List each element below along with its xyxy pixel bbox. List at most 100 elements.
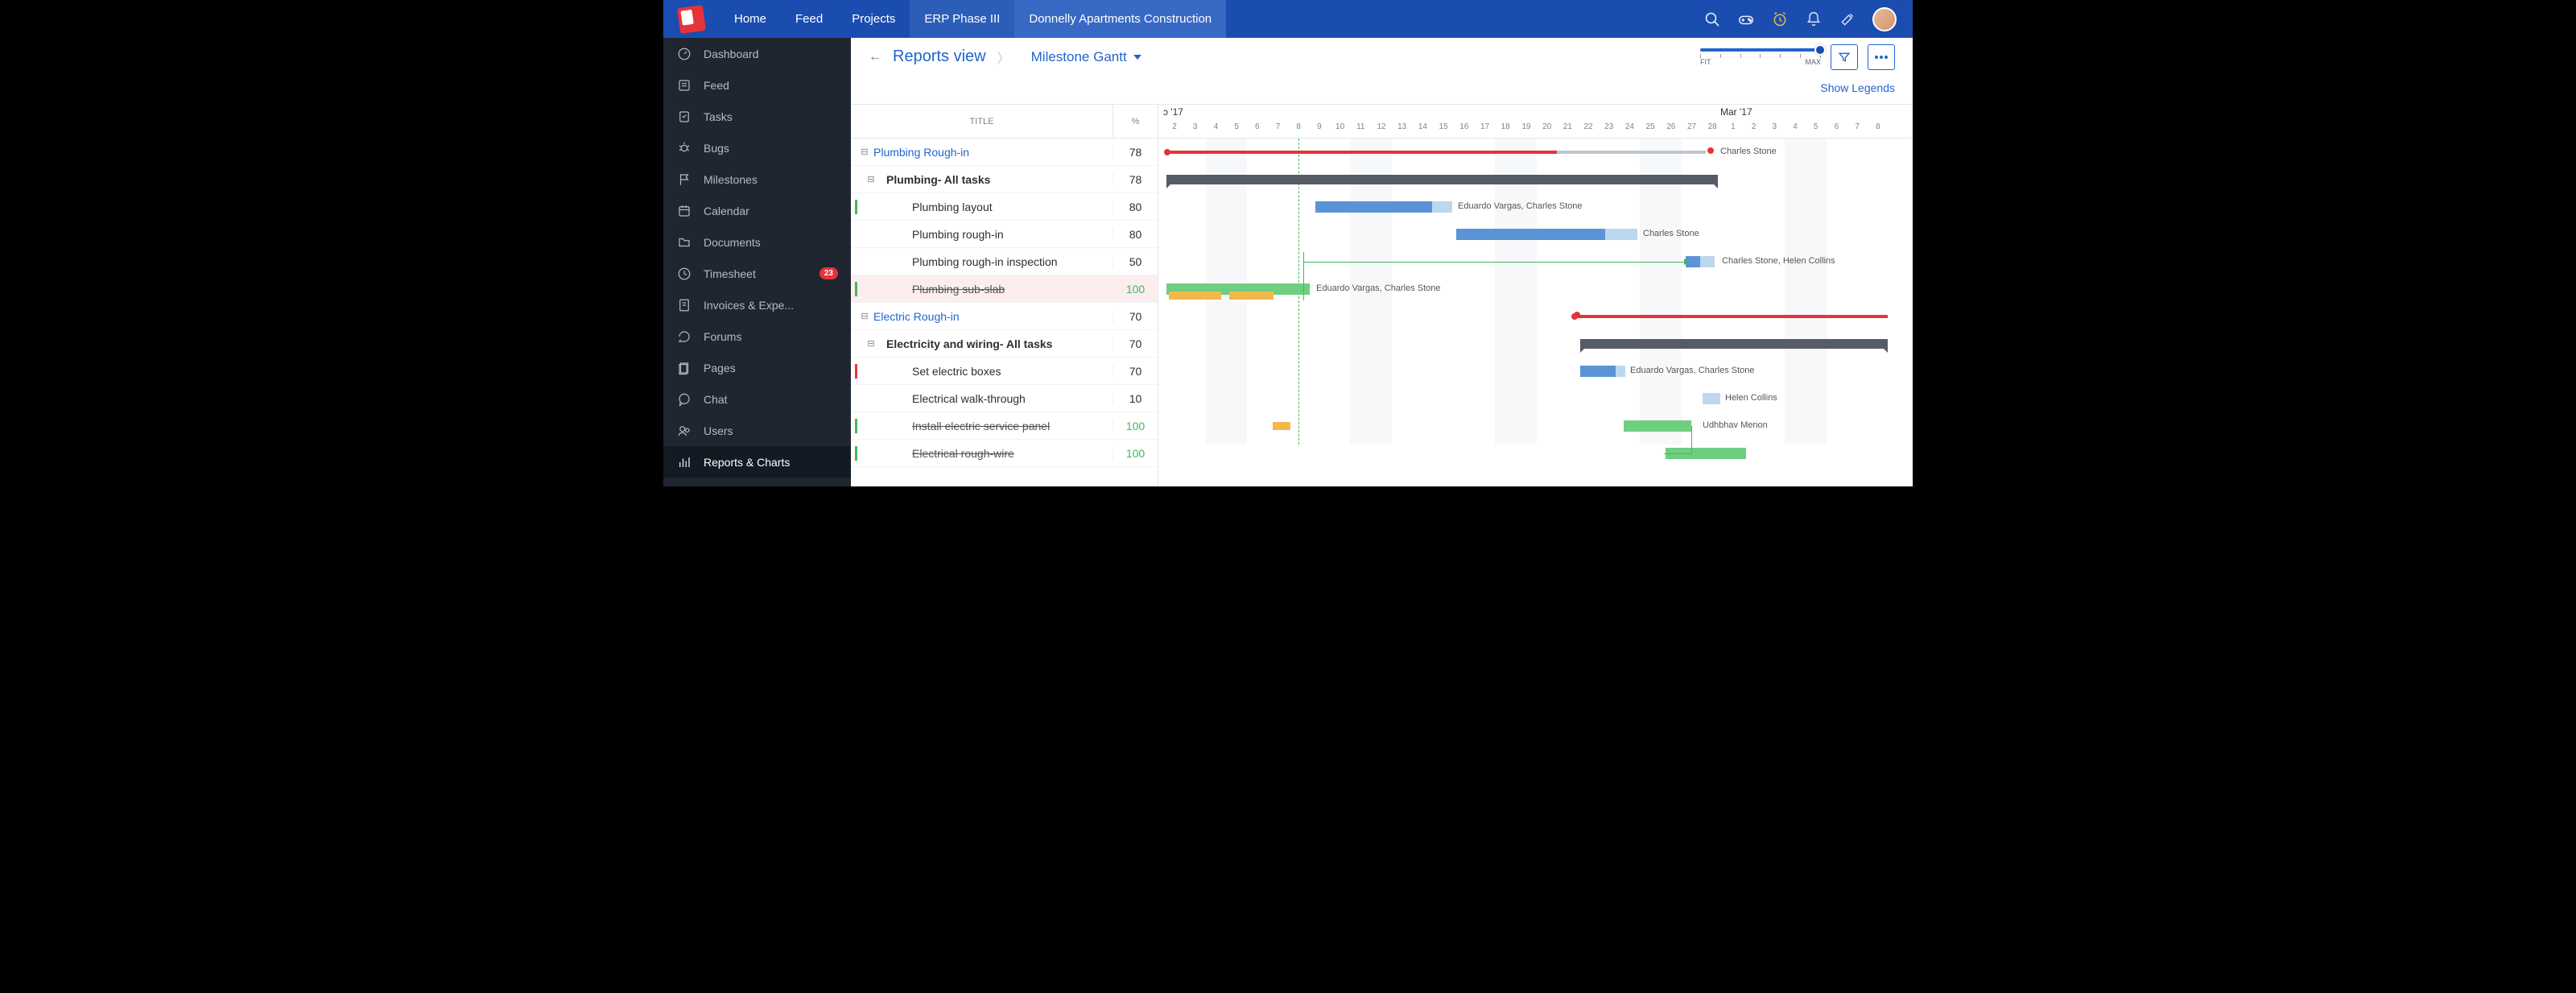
day-label: 1 [1731, 122, 1736, 131]
gantt-bar[interactable] [1315, 201, 1432, 213]
gantt-bar[interactable] [1616, 366, 1625, 377]
view-selector[interactable]: Milestone Gantt [1031, 49, 1141, 65]
gantt-row[interactable]: ⊟Electricity and wiring- All tasks70 [851, 330, 1158, 358]
row-pct: 80 [1113, 201, 1158, 213]
filter-button[interactable] [1831, 44, 1858, 70]
sidebar-item-bugs[interactable]: Bugs [663, 132, 851, 163]
gantt-bar[interactable] [1166, 151, 1557, 154]
bar-label: Eduardo Vargas, Charles Stone [1630, 366, 1755, 375]
gantt-row[interactable]: Electrical walk-through10 [851, 385, 1158, 412]
day-label: 3 [1193, 122, 1198, 131]
day-label: 14 [1418, 122, 1427, 131]
gantt-bar[interactable] [1229, 292, 1274, 300]
col-title: TITLE [851, 105, 1113, 138]
gantt-bar[interactable] [1273, 422, 1290, 430]
milestone-icon [676, 172, 692, 188]
zoom-thumb[interactable] [1814, 44, 1826, 56]
row-pct: 80 [1113, 228, 1158, 241]
gantt-row[interactable]: ⊟Plumbing Rough-in78 [851, 139, 1158, 166]
gantt-bar[interactable] [1605, 229, 1637, 240]
sidebar-item-chat[interactable]: Chat [663, 383, 851, 415]
sidebar-item-dashboard[interactable]: Dashboard [663, 38, 851, 69]
nav-items: Home Feed Projects ERP Phase III Donnell… [720, 0, 1226, 38]
day-label: 2 [1172, 122, 1177, 131]
gantt-bar[interactable] [1166, 175, 1718, 184]
main-content: ← Reports view 〉 Milestone Gantt FITMAX … [851, 38, 1913, 486]
sidebar-item-forums[interactable]: Forums [663, 321, 851, 352]
day-label: 4 [1793, 122, 1798, 131]
nav-feed[interactable]: Feed [781, 0, 837, 38]
gantt-row[interactable]: ⊟Plumbing- All tasks78 [851, 166, 1158, 193]
badge: 23 [819, 267, 838, 279]
gantt-bar[interactable] [1557, 151, 1706, 154]
gantt-bar[interactable] [1700, 256, 1715, 267]
toggle-icon[interactable]: ⊟ [861, 147, 869, 157]
toggle-icon[interactable]: ⊟ [867, 174, 875, 184]
gantt-row[interactable]: Set electric boxes70 [851, 358, 1158, 385]
folder-icon [676, 234, 692, 250]
toggle-icon[interactable]: ⊟ [861, 311, 869, 321]
gantt-row[interactable]: Plumbing rough-in80 [851, 221, 1158, 248]
zoom-slider[interactable]: FITMAX [1700, 48, 1821, 66]
row-title: Electricity and wiring- All tasks [875, 337, 1113, 350]
gantt-row[interactable]: Plumbing sub-slab100 [851, 275, 1158, 303]
gantt-bar[interactable] [1169, 292, 1221, 300]
tools-icon[interactable] [1839, 10, 1856, 28]
nav-home[interactable]: Home [720, 0, 781, 38]
sidebar-item-tasks[interactable]: Tasks [663, 101, 851, 132]
sidebar-item-label: Milestones [704, 173, 758, 186]
gantt-row[interactable]: Electrical rough-wire100 [851, 440, 1158, 467]
sidebar-item-users[interactable]: Users [663, 415, 851, 446]
day-label: 24 [1625, 122, 1634, 131]
search-icon[interactable] [1703, 10, 1721, 28]
gantt-timeline[interactable]: ɔ '17 Mar '17 23456789101112131415161718… [1158, 105, 1913, 486]
sidebar-item-timesheet[interactable]: Timesheet23 [663, 258, 851, 289]
row-pct: 100 [1113, 283, 1158, 296]
gantt-bar[interactable] [1574, 315, 1888, 318]
back-arrow-icon[interactable]: ← [869, 50, 881, 64]
gantt-bar[interactable] [1703, 393, 1720, 404]
sidebar-item-feed[interactable]: Feed [663, 69, 851, 101]
alarm-icon[interactable] [1771, 10, 1789, 28]
gantt-bar[interactable] [1456, 229, 1605, 240]
sidebar-item-milestones[interactable]: Milestones [663, 163, 851, 195]
sidebar-item-label: Users [704, 424, 733, 437]
user-avatar[interactable] [1872, 7, 1897, 31]
bell-icon[interactable] [1805, 10, 1823, 28]
row-pct: 78 [1113, 173, 1158, 186]
sidebar-item-label: Tasks [704, 110, 733, 123]
gantt-bar[interactable] [1580, 366, 1616, 377]
app-logo[interactable] [663, 6, 720, 32]
gantt-row[interactable]: Install electric service panel100 [851, 412, 1158, 440]
sidebar-item-reports-charts[interactable]: Reports & Charts [663, 446, 851, 478]
sidebar-item-label: Documents [704, 236, 761, 249]
row-title: Set electric boxes [888, 365, 1113, 378]
gantt-row[interactable]: Plumbing layout80 [851, 193, 1158, 221]
day-label: 18 [1501, 122, 1510, 131]
gantt-bar[interactable] [1624, 420, 1691, 432]
top-nav: Home Feed Projects ERP Phase III Donnell… [663, 0, 1913, 38]
nav-erp[interactable]: ERP Phase III [910, 0, 1014, 38]
bug-icon [676, 140, 692, 156]
nav-donnelly[interactable]: Donnelly Apartments Construction [1014, 0, 1226, 38]
gantt-row[interactable]: Plumbing rough-in inspection50 [851, 248, 1158, 275]
more-button[interactable] [1868, 44, 1895, 70]
sidebar-item-label: Reports & Charts [704, 456, 790, 469]
toggle-icon[interactable]: ⊟ [867, 338, 875, 349]
sidebar-item-label: Feed [704, 79, 729, 92]
gantt-left-panel: TITLE % ⊟Plumbing Rough-in78⊟Plumbing- A… [851, 105, 1158, 486]
day-label: 3 [1773, 122, 1777, 131]
gamepad-icon[interactable] [1737, 10, 1755, 28]
sidebar-item-pages[interactable]: Pages [663, 352, 851, 383]
gantt-row[interactable]: ⊟Electric Rough-in70 [851, 303, 1158, 330]
gantt-bar[interactable] [1432, 201, 1452, 213]
nav-projects[interactable]: Projects [837, 0, 910, 38]
gantt-bar[interactable] [1580, 339, 1888, 349]
breadcrumb-reports[interactable]: Reports view [893, 48, 986, 66]
sidebar-item-invoices-expe-[interactable]: Invoices & Expe... [663, 289, 851, 321]
show-legends-link[interactable]: Show Legends [1820, 81, 1895, 94]
day-label: 4 [1214, 122, 1219, 131]
day-label: 6 [1255, 122, 1260, 131]
sidebar-item-documents[interactable]: Documents [663, 226, 851, 258]
sidebar-item-calendar[interactable]: Calendar [663, 195, 851, 226]
